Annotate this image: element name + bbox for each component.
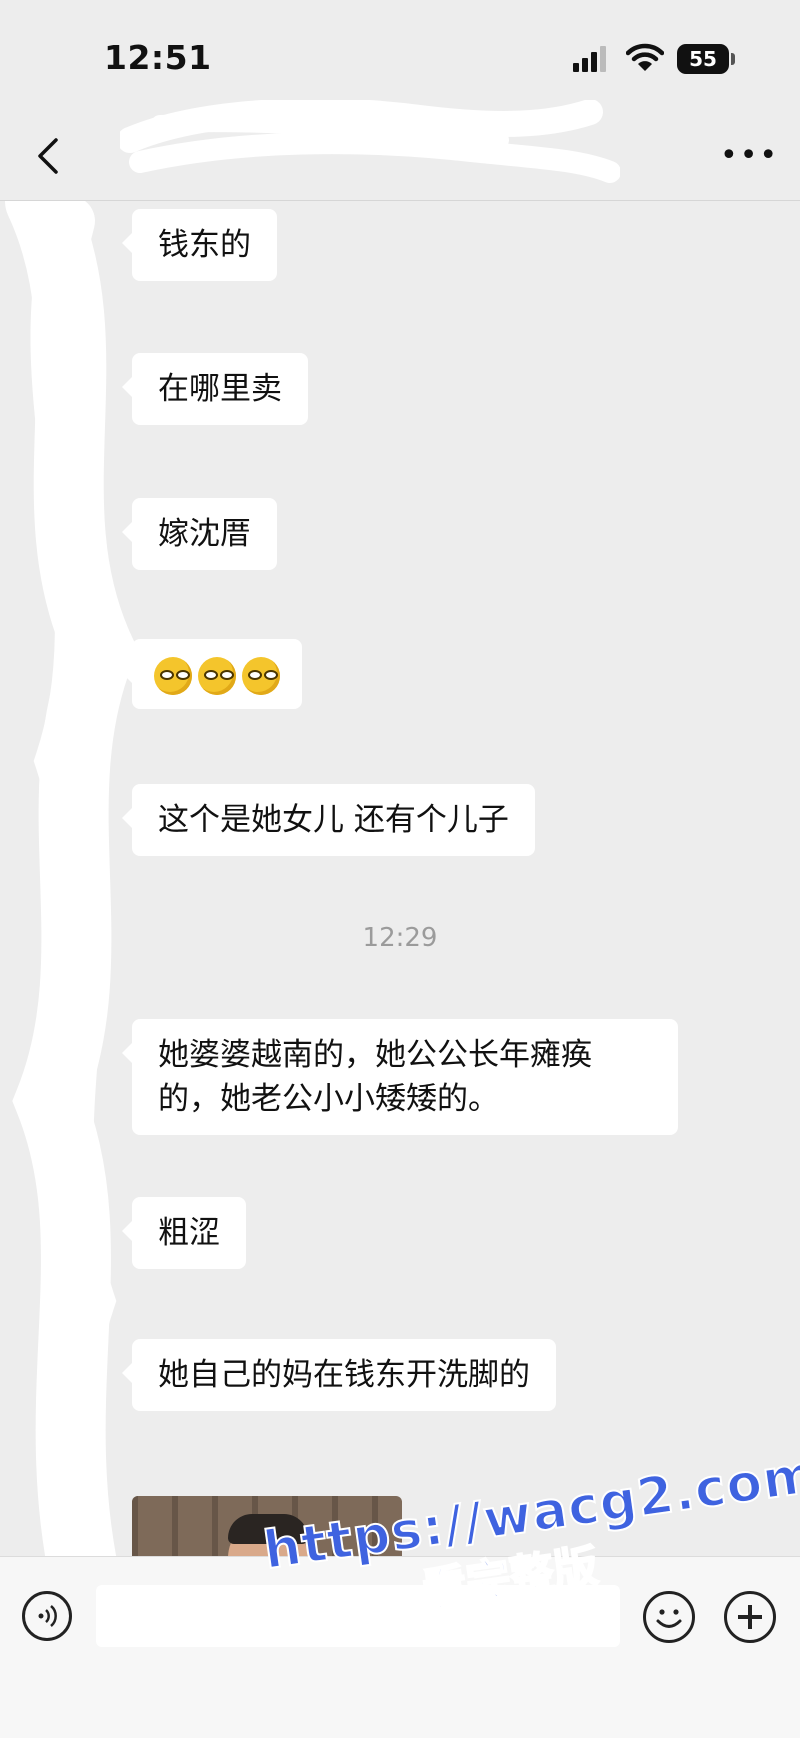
- voice-icon[interactable]: [22, 1591, 72, 1641]
- chevron-left-icon[interactable]: [30, 134, 70, 178]
- title-redaction-scribble: [120, 100, 620, 183]
- message-bubble[interactable]: 嫁沈厝: [122, 498, 277, 570]
- message-bubble[interactable]: 在哪里卖: [122, 353, 308, 425]
- message-text: 她自己的妈在钱东开洗脚的: [158, 1357, 530, 1393]
- battery-tip: [731, 53, 735, 65]
- message-text: 嫁沈厝: [158, 516, 251, 552]
- message-text: 这个是她女儿 还有个儿子: [158, 802, 509, 838]
- wifi-icon: [626, 43, 664, 71]
- message-bubble[interactable]: 她自己的妈在钱东开洗脚的: [122, 1339, 556, 1411]
- emoji-group: [154, 653, 280, 695]
- message-bubble[interactable]: 她婆婆越南的，她公公长年瘫痪的，她老公小小矮矮的。: [122, 1019, 678, 1135]
- message-text: 钱东的: [158, 227, 251, 263]
- message-text: 她婆婆越南的，她公公长年瘫痪的，她老公小小矮矮的。: [158, 1037, 592, 1117]
- smirk-face-emoji: [154, 657, 192, 695]
- chat-message-list[interactable]: 钱东的 在哪里卖 嫁沈厝 这个是她女儿 还有个儿子 12:29 她婆婆越南的，她…: [0, 201, 800, 1556]
- message-timestamp: 12:29: [362, 923, 438, 953]
- emoji-icon[interactable]: [643, 1591, 695, 1643]
- message-text: 在哪里卖: [158, 371, 282, 407]
- smirk-face-emoji: [242, 657, 280, 695]
- plus-icon[interactable]: [724, 1591, 776, 1643]
- battery-indicator: 55: [677, 44, 729, 74]
- avatar-redaction-scribble: [5, 201, 139, 1556]
- message-bubble-emoji[interactable]: [122, 639, 302, 709]
- more-dots-icon[interactable]: •••: [720, 141, 777, 171]
- message-bubble[interactable]: 这个是她女儿 还有个儿子: [122, 784, 535, 856]
- signal-icon: [573, 46, 611, 72]
- chat-header: •••: [0, 100, 800, 201]
- message-bubble[interactable]: 钱东的: [122, 209, 277, 281]
- message-text: 粗涩: [158, 1215, 220, 1251]
- smirk-face-emoji: [198, 657, 236, 695]
- message-bubble[interactable]: 粗涩: [122, 1197, 246, 1269]
- status-time: 12:51: [104, 38, 212, 77]
